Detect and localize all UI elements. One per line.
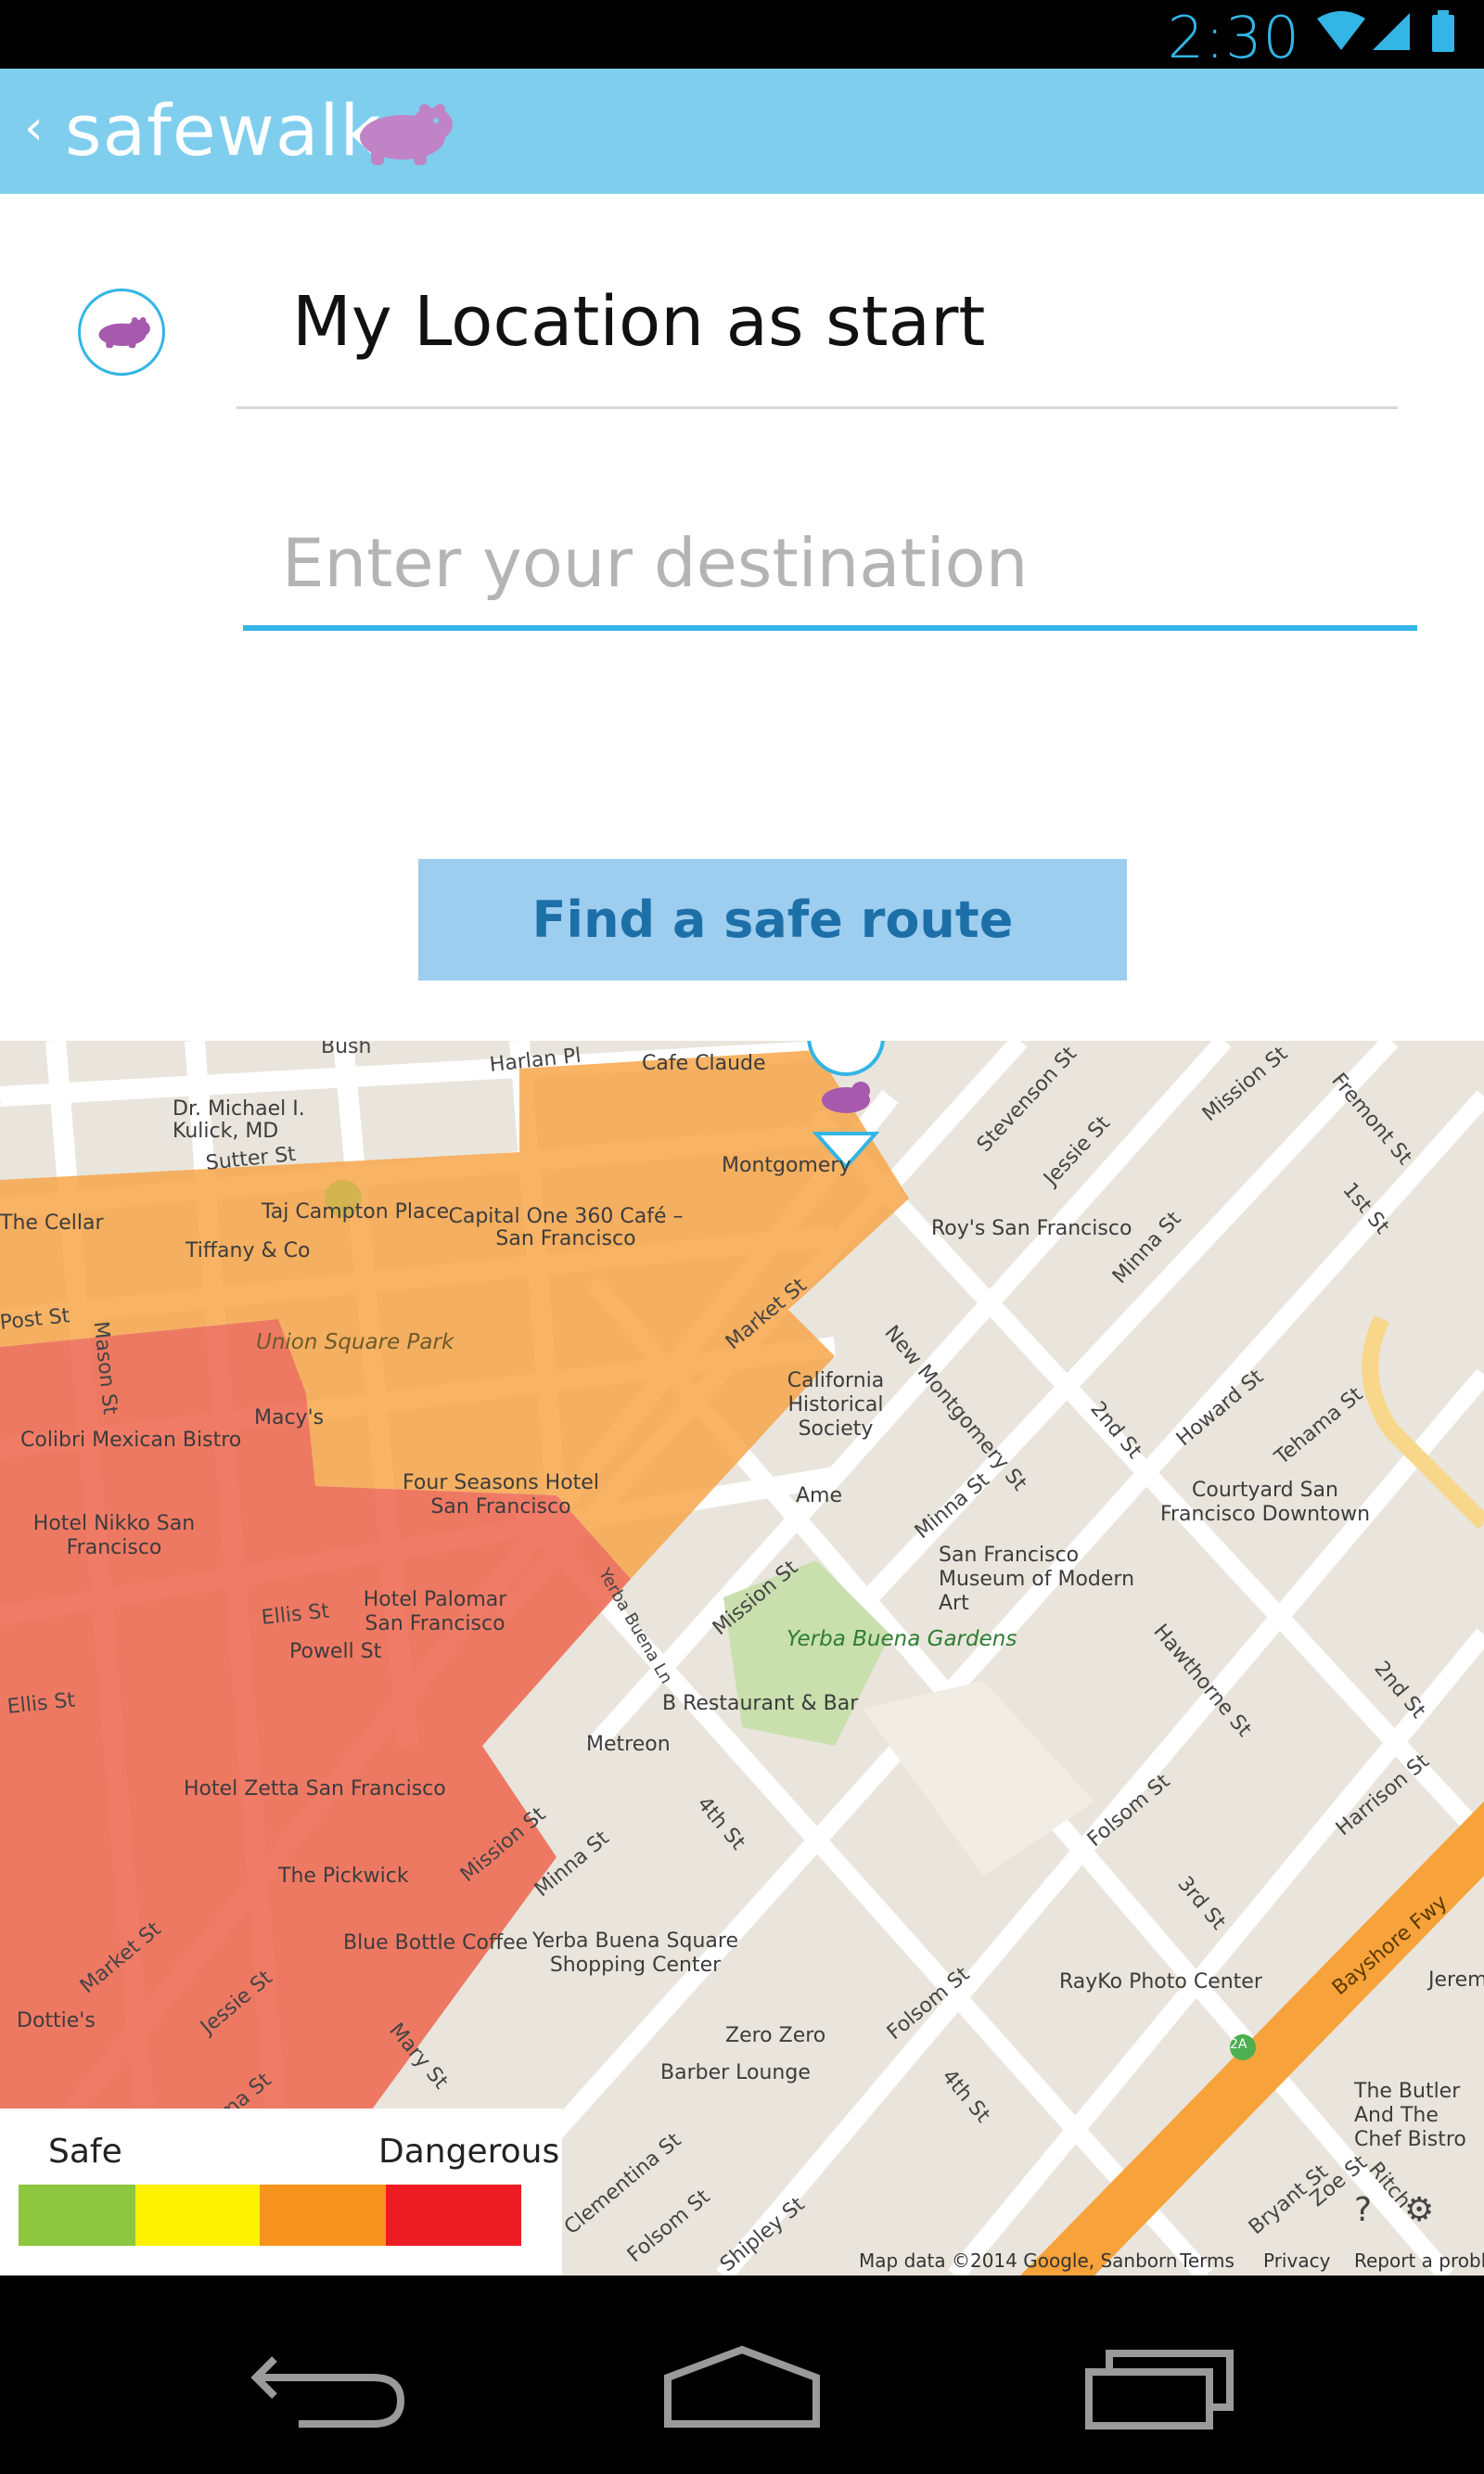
help-icon[interactable]: ? [1354, 2191, 1372, 2229]
find-safe-route-button[interactable]: Find a safe route [418, 859, 1127, 981]
map-place-label: Cafe Claude [642, 1052, 766, 1075]
map-attribution: Map data ©2014 Google, Sanborn [859, 2250, 1178, 2272]
safety-legend: Safe Dangerous [0, 2109, 562, 2275]
battery-icon [1432, 10, 1454, 52]
back-nav-icon[interactable] [243, 2340, 410, 2433]
map-place-label: California Historical Society [787, 1369, 885, 1441]
legend-swatch-moderate [260, 2185, 386, 2246]
map-place-label: Hotel Nikko San Francisco [32, 1512, 196, 1559]
map-place-label: Yerba Buena Gardens [787, 1627, 1017, 1651]
start-location-avatar [78, 288, 165, 376]
system-nav-bar [0, 2275, 1484, 2474]
map-place-label: Union Square Park [256, 1330, 454, 1354]
map-place-label: The Pickwick [278, 1865, 409, 1888]
map-place-label: Jerem [1428, 1968, 1484, 1992]
recents-nav-icon[interactable] [1081, 2340, 1248, 2433]
map-place-label: Powell St [289, 1640, 382, 1663]
start-location-field[interactable]: My Location as start [237, 269, 1398, 409]
map-place-label: The Cellar [0, 1211, 104, 1235]
legend-swatch-dangerous [386, 2185, 521, 2246]
map-place-label: Barber Lounge [660, 2061, 811, 2084]
map-place-label: Courtyard San Francisco Downtown [1159, 1479, 1371, 1526]
status-bar: 2:30 [0, 0, 1484, 71]
map-place-label: Hotel Zetta San Francisco [184, 1777, 446, 1801]
legend-swatch-low [135, 2185, 260, 2246]
map-place-label: Taj Campton Place [262, 1200, 450, 1224]
map-place-label: The Butler And The Chef Bistro [1354, 2080, 1466, 2151]
highway-shield: 2A [1230, 2037, 1247, 2052]
map-street-label: Bush [321, 1041, 372, 1058]
privacy-link[interactable]: Privacy [1263, 2250, 1330, 2272]
legend-safe-label: Safe [48, 2133, 122, 2171]
legend-color-scale [19, 2185, 521, 2246]
legend-swatch-safe [19, 2185, 135, 2246]
map-place-label: Roy's San Francisco [931, 1217, 1132, 1240]
terms-link[interactable]: Terms [1180, 2250, 1235, 2272]
start-location-value: My Location as start [292, 282, 986, 362]
map-place-label: Dottie's [17, 2009, 96, 2032]
map-place-label: B Restaurant & Bar [662, 1692, 859, 1715]
map-place-label: Tiffany & Co [186, 1239, 311, 1263]
map-place-label: San Francisco Museum of Modern Art [939, 1544, 1135, 1615]
destination-input[interactable] [282, 521, 1395, 605]
home-nav-icon[interactable] [659, 2340, 825, 2433]
map-place-label: Hotel Palomar San Francisco [363, 1588, 507, 1635]
map-place-label: Macy's [254, 1406, 325, 1429]
map-base [0, 1041, 1484, 2275]
map-place-label: Zero Zero [725, 2024, 826, 2047]
legend-dangerous-label: Dangerous [378, 2133, 560, 2171]
hippo-icon [98, 316, 150, 349]
settings-gear-icon[interactable]: ⚙ [1404, 2191, 1434, 2229]
map-place-label: Montgomery [722, 1154, 851, 1177]
report-problem-link[interactable]: Report a problem [1354, 2250, 1484, 2272]
app-bar: ‹ safewalk [0, 69, 1484, 194]
map-place-label: Dr. Michael I. Kulick, MD [173, 1097, 305, 1143]
signal-icon [1373, 13, 1410, 50]
map-place-label: Yerba Buena Square Shopping Center [532, 1929, 738, 1977]
map-place-label: Colibri Mexican Bistro [20, 1429, 242, 1452]
map-place-label: Four Seasons Hotel San Francisco [403, 1471, 599, 1519]
app-title: safewalk [65, 89, 382, 172]
status-time: 2:30 [1167, 4, 1300, 71]
destination-field[interactable] [243, 508, 1417, 631]
map-view[interactable]: Cafe Claude Dr. Michael I. Kulick, MD Ta… [0, 1041, 1484, 2275]
wifi-icon [1317, 11, 1365, 50]
status-icons [1317, 10, 1454, 52]
map-place-label: Ame [796, 1484, 843, 1507]
hippo-logo-icon [360, 104, 453, 165]
map-place-label: Blue Bottle Coffee [343, 1931, 529, 1955]
map-place-label: Metreon [586, 1733, 671, 1756]
map-place-label: Capital One 360 Café – San Francisco [448, 1205, 684, 1250]
map-place-label: RayKo Photo Center [1059, 1970, 1262, 1993]
back-button[interactable]: ‹ [24, 104, 44, 152]
